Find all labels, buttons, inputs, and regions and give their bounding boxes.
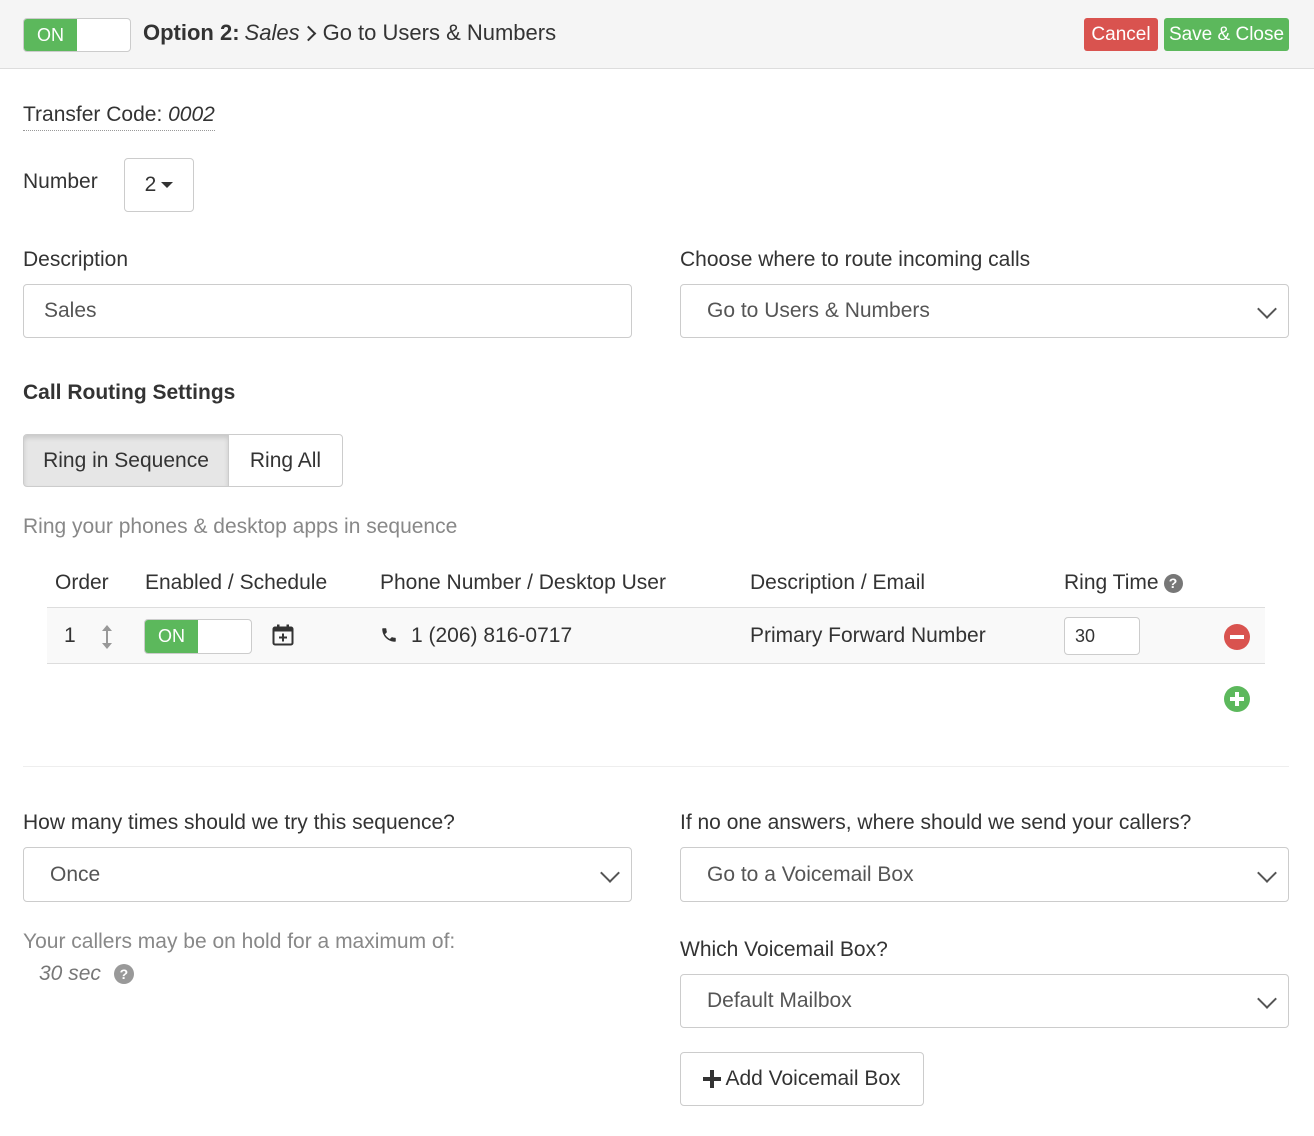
page-title: Option 2: Sales Go to Users & Numbers	[143, 18, 556, 48]
row-order: 1	[64, 624, 76, 647]
voicemail-value: Default Mailbox	[707, 989, 852, 1012]
plus-icon	[703, 1070, 722, 1088]
attempts-value: Once	[50, 862, 101, 886]
number-label: Number	[23, 170, 98, 193]
chevron-down-icon	[1257, 299, 1277, 319]
ring-in-sequence-button[interactable]: Ring in Sequence	[23, 434, 229, 487]
calendar-plus-icon[interactable]	[272, 624, 294, 646]
routing-heading: Call Routing Settings	[23, 381, 236, 404]
row-description: Primary Forward Number	[750, 624, 986, 647]
routing-hint: Ring your phones & desktop apps in seque…	[23, 515, 458, 538]
ring-all-button[interactable]: Ring All	[228, 434, 343, 487]
row-ring-time-value: 30	[1075, 625, 1096, 646]
route-select[interactable]: Go to Users & Numbers	[680, 284, 1289, 338]
option-enabled-toggle[interactable]: ON	[23, 18, 131, 52]
route-label: Choose where to route incoming calls	[680, 248, 1031, 271]
chevron-down-icon	[1257, 862, 1277, 883]
sort-arrows-icon[interactable]	[101, 624, 113, 650]
title-name: Sales	[244, 20, 300, 45]
caret-down-icon	[161, 182, 174, 188]
col-ring-time: Ring Time ?	[1064, 571, 1183, 595]
col-description: Description / Email	[750, 571, 926, 594]
header-bar: ON Option 2: Sales Go to Users & Numbers…	[0, 0, 1314, 69]
title-prefix: Option 2:	[143, 20, 240, 45]
chevron-down-icon	[600, 862, 620, 883]
chevron-down-icon	[1257, 989, 1277, 1009]
row-toggle-on-label: ON	[145, 620, 198, 653]
col-enabled: Enabled / Schedule	[145, 571, 328, 594]
ring-time-label: Ring Time	[1064, 571, 1159, 594]
attempts-label: How many times should we try this sequen…	[23, 811, 455, 834]
number-dropdown[interactable]: 2	[124, 158, 194, 212]
phone-icon	[382, 628, 396, 642]
plus-circle-icon[interactable]	[1224, 686, 1250, 712]
no-answer-label: If no one answers, where should we send …	[680, 811, 1192, 834]
table-row: 1 ON 1 (206) 816-0717 Primary Forward Nu…	[47, 607, 1265, 664]
description-label: Description	[23, 248, 129, 271]
transfer-code-value: 0002	[168, 103, 215, 126]
voicemail-label: Which Voicemail Box?	[680, 938, 888, 961]
hold-value: 30 sec	[39, 962, 101, 985]
chevron-right-icon	[300, 25, 316, 41]
toggle-on-label: ON	[24, 19, 77, 51]
description-value: Sales	[44, 299, 97, 322]
question-circle-icon[interactable]: ?	[113, 964, 134, 984]
no-answer-value: Go to a Voicemail Box	[707, 862, 914, 886]
add-voicemail-button[interactable]: Add Voicemail Box	[680, 1052, 924, 1106]
route-value: Go to Users & Numbers	[707, 299, 930, 322]
no-answer-select[interactable]: Go to a Voicemail Box	[680, 847, 1289, 902]
hold-value-row: 30 sec ?	[39, 962, 134, 986]
voicemail-select[interactable]: Default Mailbox	[680, 974, 1289, 1028]
save-close-button[interactable]: Save & Close	[1164, 18, 1289, 51]
col-order: Order	[55, 571, 109, 594]
cancel-button[interactable]: Cancel	[1084, 18, 1158, 51]
question-circle-icon[interactable]: ?	[1163, 573, 1183, 593]
add-voicemail-label: Add Voicemail Box	[725, 1067, 901, 1090]
hold-label: Your callers may be on hold for a maximu…	[23, 930, 456, 953]
number-value: 2	[144, 173, 157, 196]
attempts-select[interactable]: Once	[23, 847, 632, 902]
divider	[23, 766, 1289, 767]
transfer-code: Transfer Code: 0002	[23, 103, 215, 131]
col-phone: Phone Number / Desktop User	[380, 571, 666, 594]
description-input[interactable]: Sales	[23, 284, 632, 338]
row-phone: 1 (206) 816-0717	[411, 624, 573, 647]
title-destination: Go to Users & Numbers	[322, 20, 557, 45]
minus-circle-icon[interactable]	[1224, 624, 1250, 650]
row-ring-time-input[interactable]: 30	[1064, 617, 1140, 655]
row-enabled-toggle[interactable]: ON	[144, 619, 252, 654]
transfer-code-label: Transfer Code:	[23, 103, 163, 126]
